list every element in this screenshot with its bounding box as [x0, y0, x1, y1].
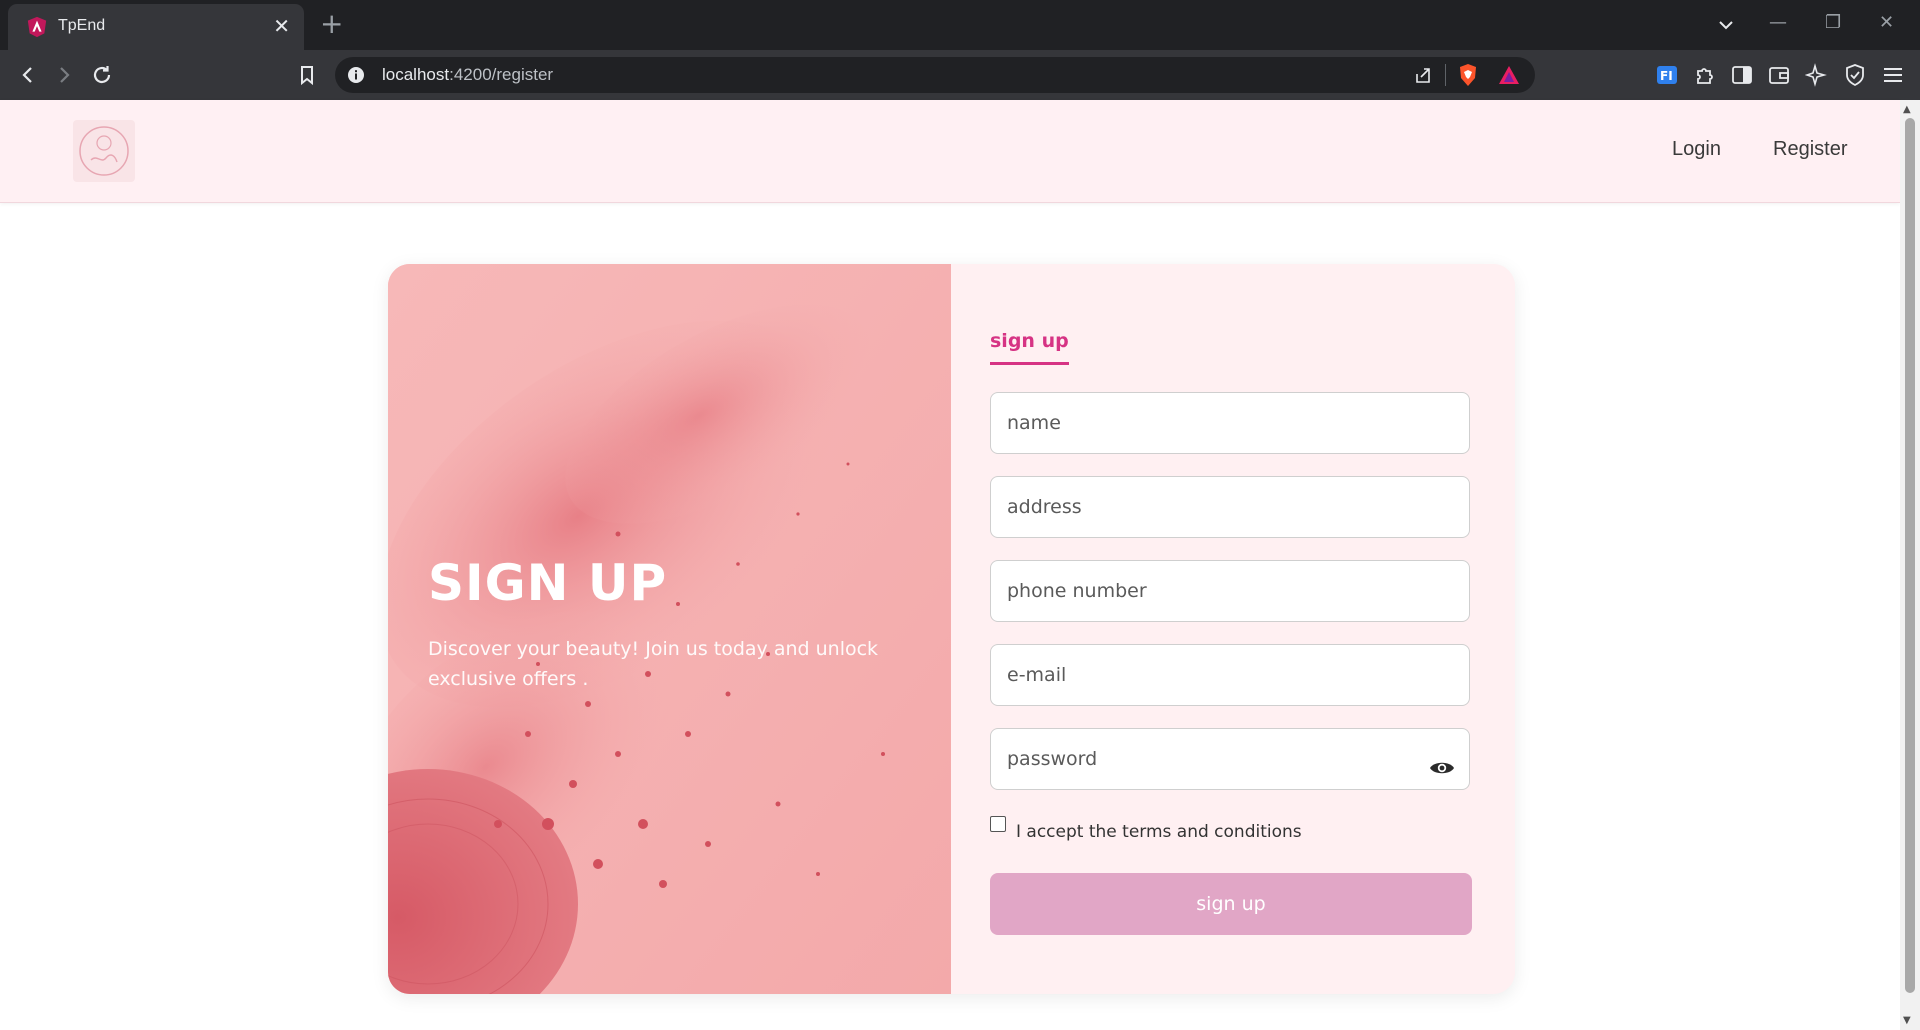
brave-rewards-icon[interactable] [1498, 64, 1520, 86]
brand-logo[interactable] [73, 120, 135, 182]
translate-extension-icon[interactable]: FI [1655, 63, 1679, 87]
password-input[interactable] [991, 729, 1427, 789]
signup-form-panel: sign up name address phone number e-mail… [951, 264, 1515, 994]
page-scrollbar[interactable]: ▲ ▼ [1900, 100, 1920, 1030]
tab-search-chevron-icon[interactable] [1716, 15, 1736, 35]
main-menu-icon[interactable] [1881, 63, 1905, 87]
scroll-down-arrow-icon[interactable]: ▼ [1903, 1015, 1911, 1026]
tab-close-icon[interactable]: ✕ [273, 15, 290, 37]
page-content: Login Register SIGN UP Discover your bea… [0, 100, 1900, 1030]
browser-toolbar: localhost:4200/register FI [0, 50, 1920, 100]
angular-favicon-icon [27, 16, 47, 38]
name-field[interactable] [990, 392, 1470, 454]
tab-title: TpEnd [58, 17, 106, 34]
svg-text:FI: FI [1660, 69, 1673, 83]
show-password-eye-icon[interactable] [1429, 759, 1455, 777]
hero-title: SIGN UP [428, 554, 668, 612]
nav-register-link[interactable]: Register [1773, 138, 1847, 161]
reload-icon[interactable] [90, 63, 114, 87]
sign-up-button[interactable]: sign up [990, 873, 1472, 935]
url-path: :4200/register [449, 65, 554, 84]
wallet-icon[interactable] [1767, 63, 1791, 87]
email-input[interactable] [991, 645, 1427, 705]
tab-sign-up[interactable]: sign up [990, 330, 1069, 365]
pink-powder-illustration [388, 264, 951, 994]
phone-input[interactable] [991, 561, 1427, 621]
url-host: localhost [382, 65, 450, 84]
address-bar[interactable]: localhost:4200/register [335, 57, 1535, 93]
bookmark-icon[interactable] [295, 63, 319, 87]
url-text[interactable]: localhost:4200/register [382, 65, 553, 85]
sidebar-toggle-icon[interactable] [1730, 63, 1754, 87]
terms-checkbox[interactable] [990, 816, 1006, 832]
vpn-shield-icon[interactable] [1843, 63, 1867, 87]
address-field[interactable] [990, 476, 1470, 538]
restore-button[interactable]: ❐ [1825, 12, 1841, 33]
scrollbar-thumb[interactable] [1905, 118, 1915, 993]
close-window-button[interactable]: ✕ [1879, 12, 1894, 33]
browser-tab[interactable]: TpEnd ✕ [8, 4, 304, 50]
terms-label: I accept the terms and conditions [1016, 822, 1302, 842]
phone-field[interactable] [990, 560, 1470, 622]
minimize-button[interactable]: — [1769, 12, 1787, 33]
scroll-up-arrow-icon[interactable]: ▲ [1903, 104, 1911, 115]
extensions-puzzle-icon[interactable] [1693, 63, 1717, 87]
share-icon[interactable] [1413, 65, 1433, 85]
hero-subtitle: Discover your beauty! Join us today and … [428, 638, 879, 690]
brave-shields-icon[interactable] [1457, 63, 1479, 87]
email-field[interactable] [990, 644, 1470, 706]
leo-ai-icon[interactable] [1805, 63, 1829, 87]
site-navbar: Login Register [0, 100, 1900, 203]
password-field[interactable] [990, 728, 1470, 790]
signup-card: SIGN UP Discover your beauty! Join us to… [388, 264, 1515, 994]
forward-arrow-icon[interactable] [52, 63, 76, 87]
site-info-icon[interactable] [347, 66, 365, 84]
name-input[interactable] [991, 393, 1427, 453]
omnibox-divider [1445, 64, 1446, 86]
glow-logo-icon [79, 126, 129, 176]
browser-titlebar: TpEnd ✕ + — ❐ ✕ [0, 0, 1920, 50]
new-tab-button[interactable]: + [320, 9, 343, 39]
nav-login-link[interactable]: Login [1672, 138, 1721, 161]
address-input[interactable] [991, 477, 1427, 537]
signup-hero-panel: SIGN UP Discover your beauty! Join us to… [388, 264, 951, 994]
back-arrow-icon[interactable] [16, 63, 40, 87]
